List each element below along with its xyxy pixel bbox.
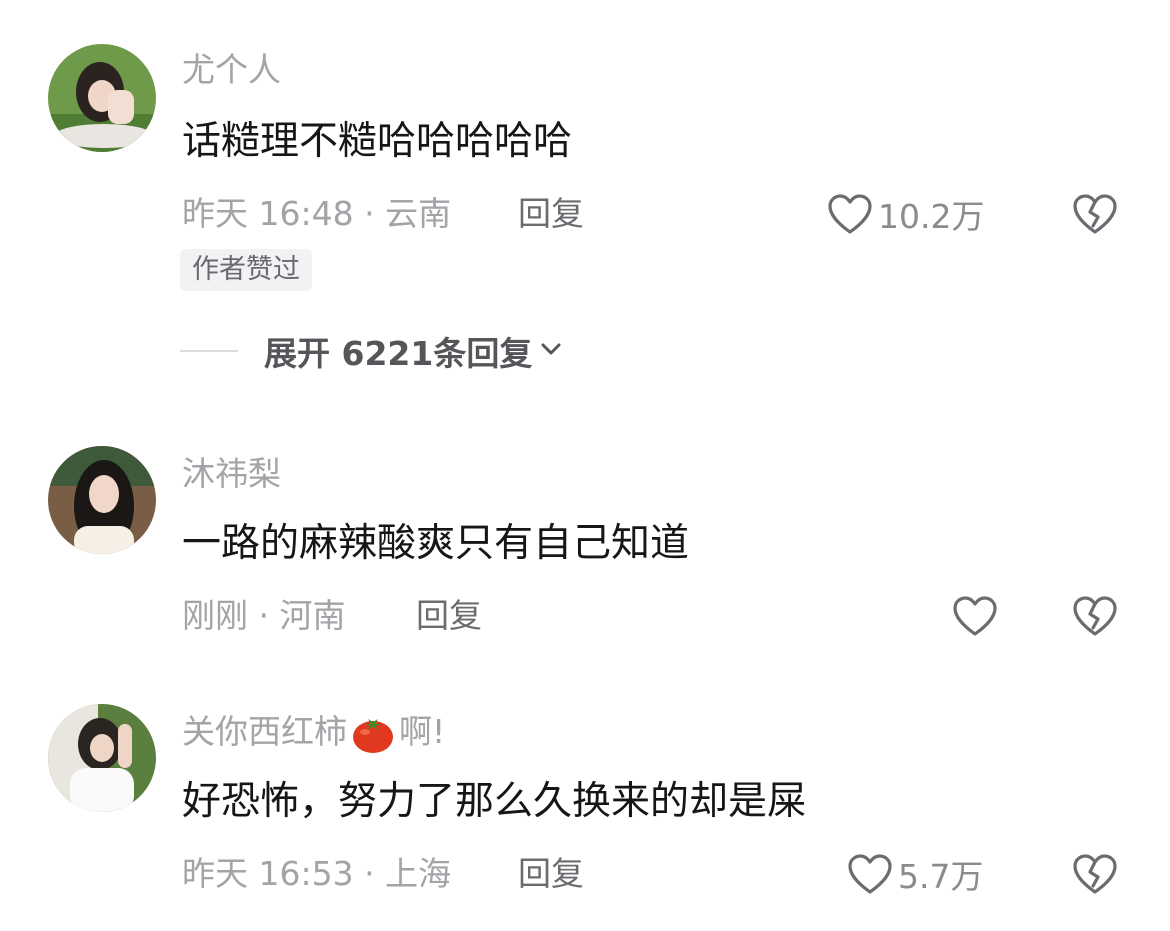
- like-count: 10.2万: [878, 197, 985, 236]
- reply-button[interactable]: 回复: [518, 854, 584, 894]
- reply-button[interactable]: 回复: [416, 596, 482, 636]
- comment-location: · 上海: [364, 854, 452, 893]
- username[interactable]: 沐祎梨: [182, 454, 281, 494]
- comment-meta: 昨天 16:48 · 云南: [182, 194, 451, 234]
- like-button[interactable]: [951, 592, 999, 640]
- author-liked-badge: 作者赞过: [180, 249, 312, 291]
- broken-heart-icon: [1071, 852, 1119, 896]
- heart-outline-icon: [826, 192, 874, 236]
- like-count: 5.7万: [898, 857, 984, 896]
- username[interactable]: 关你西红柿 啊!: [182, 712, 445, 754]
- broken-heart-icon: [1071, 594, 1119, 638]
- like-button[interactable]: 10.2万: [826, 190, 984, 238]
- heart-outline-icon: [951, 594, 999, 638]
- divider-line: [180, 350, 238, 352]
- username-suffix: 啊!: [399, 712, 446, 751]
- avatar[interactable]: [48, 446, 156, 554]
- comment-time: 昨天 16:48: [182, 194, 354, 233]
- comment-time: 刚刚: [182, 596, 248, 635]
- comment-text: 好恐怖，努力了那么久换来的却是屎: [182, 779, 807, 824]
- comment-location: · 河南: [258, 596, 346, 635]
- dislike-button[interactable]: [1071, 852, 1119, 896]
- chevron-down-icon: [532, 336, 564, 366]
- avatar[interactable]: [48, 704, 156, 812]
- comment-text: 一路的麻辣酸爽只有自己知道: [182, 521, 690, 566]
- comment-location: · 云南: [364, 194, 452, 233]
- like-button[interactable]: 5.7万: [846, 850, 983, 898]
- comment-time: 昨天 16:53: [182, 854, 354, 893]
- expand-replies-button[interactable]: 展开 6221条回复: [180, 327, 564, 375]
- username[interactable]: 尤个人: [182, 50, 281, 90]
- dislike-button[interactable]: [1071, 192, 1119, 236]
- expand-replies-label: 展开 6221条回复: [264, 334, 533, 373]
- username-prefix: 关你西红柿: [182, 712, 347, 751]
- tomato-emoji: [351, 714, 395, 754]
- comment-text: 话糙理不糙哈哈哈哈哈: [182, 119, 573, 164]
- comment-meta: 昨天 16:53 · 上海: [182, 854, 451, 894]
- reply-button[interactable]: 回复: [518, 194, 584, 234]
- heart-outline-icon: [846, 852, 894, 896]
- comment-meta: 刚刚 · 河南: [182, 596, 345, 636]
- dislike-button[interactable]: [1071, 594, 1119, 638]
- broken-heart-icon: [1071, 192, 1119, 236]
- avatar[interactable]: [48, 44, 156, 152]
